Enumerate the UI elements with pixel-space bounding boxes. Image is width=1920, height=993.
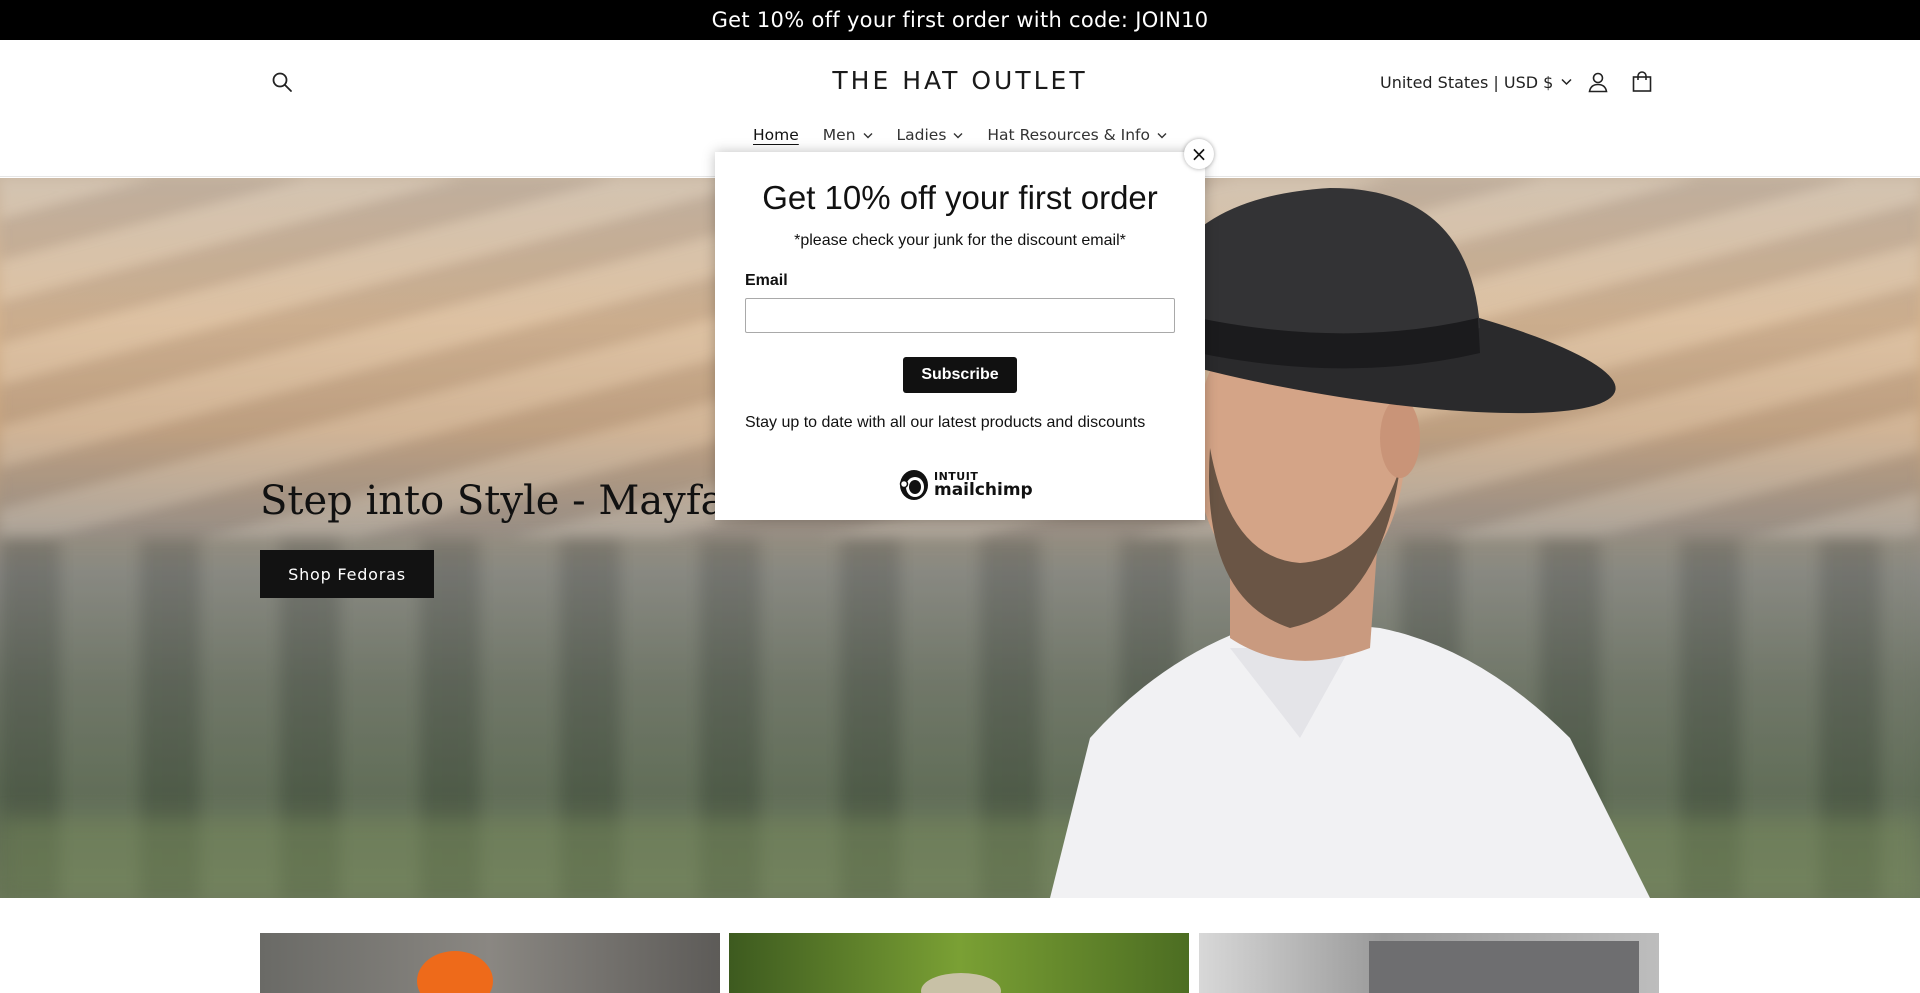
nav-item-label: Men — [822, 126, 856, 144]
mailchimp-wordmark: INTUIT mailchimp — [934, 471, 1033, 499]
popup-close-button[interactable]: × — [1184, 139, 1214, 169]
nav-item-label: Ladies — [896, 126, 947, 144]
nav-item-men[interactable]: Men — [811, 126, 885, 144]
nav-item-label: Home — [753, 126, 799, 144]
chevron-down-icon — [863, 132, 873, 138]
popup-title: Get 10% off your first order — [762, 179, 1158, 216]
nav-item-ladies[interactable]: Ladies — [885, 126, 976, 144]
logo-link[interactable]: THE HAT OUTLET — [832, 66, 1087, 95]
newsletter-popup: Get 10% off your first order *please che… — [715, 152, 1205, 520]
mailchimp-logo[interactable]: INTUIT mailchimp — [898, 468, 1033, 502]
collection-card-1[interactable] — [260, 933, 720, 993]
cart-button[interactable] — [1627, 67, 1657, 97]
collection-card-3[interactable] — [1199, 933, 1659, 993]
close-icon: × — [1190, 142, 1208, 166]
email-label: Email — [745, 272, 788, 289]
popup-subtitle: *please check your junk for the discount… — [794, 232, 1126, 249]
mailchimp-logo-icon — [899, 470, 928, 500]
announcement-text: Get 10% off your first order with code: … — [711, 8, 1209, 32]
main-nav: Home Men Ladies Hat Resources & Info — [0, 126, 1920, 144]
orange-bobble-hat-image — [417, 951, 493, 993]
chevron-down-icon — [953, 132, 963, 138]
subscribe-button[interactable]: Subscribe — [903, 357, 1017, 393]
account-icon — [1588, 72, 1608, 93]
country-label: United States | USD $ — [1380, 72, 1554, 92]
foliage-image — [921, 973, 1001, 993]
popup-note: Stay up to date with all our latest prod… — [745, 414, 1146, 431]
cart-icon — [1632, 71, 1652, 92]
mailchimp-brand-bottom: mailchimp — [934, 480, 1033, 500]
nav-item-hat-resources[interactable]: Hat Resources & Info — [975, 126, 1179, 144]
chevron-down-icon — [1561, 78, 1572, 86]
chevron-down-icon — [1157, 132, 1167, 138]
email-field[interactable] — [745, 298, 1175, 333]
nav-item-label: Hat Resources & Info — [987, 126, 1150, 144]
nav-item-home[interactable]: Home — [741, 126, 811, 144]
storefront-image — [1369, 941, 1639, 993]
country-selector[interactable]: United States | USD $ — [1380, 70, 1572, 94]
account-button[interactable] — [1583, 67, 1613, 97]
announcement-bar: Get 10% off your first order with code: … — [0, 0, 1920, 40]
shop-fedoras-button[interactable]: Shop Fedoras — [260, 550, 434, 598]
collection-cards — [0, 933, 1920, 993]
collection-card-2[interactable] — [729, 933, 1189, 993]
